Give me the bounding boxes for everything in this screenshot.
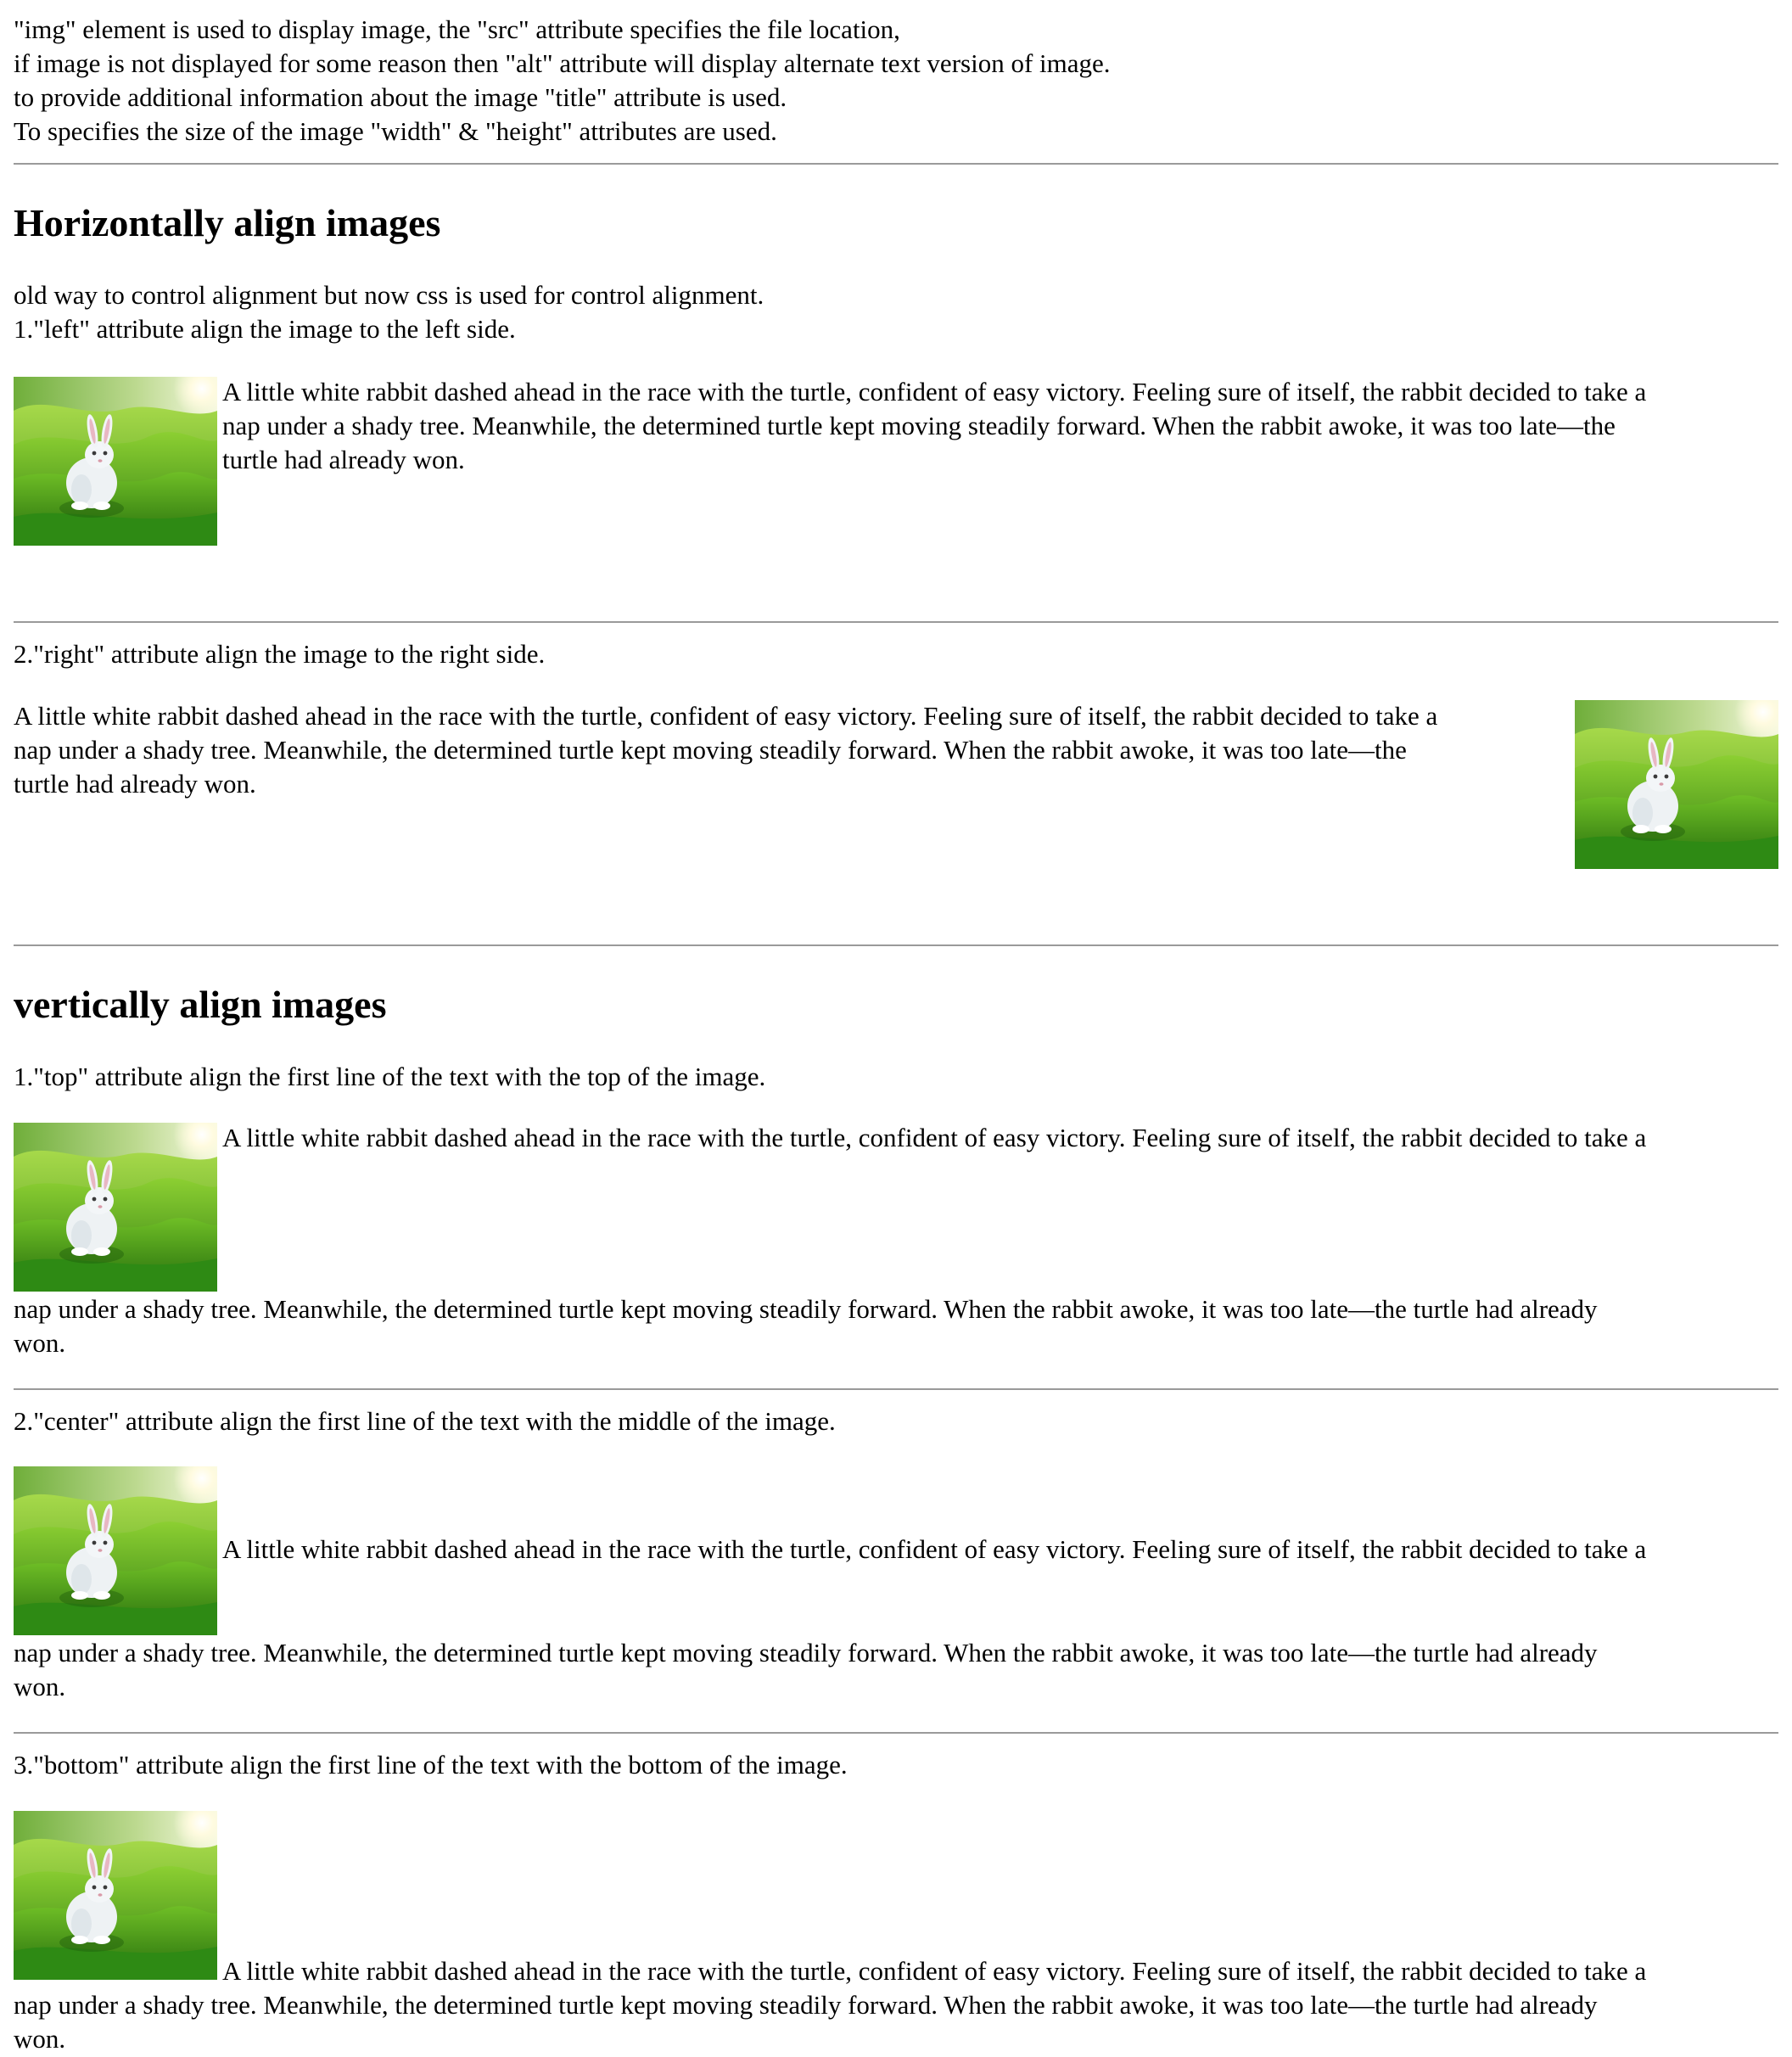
story-line: nap under a shady tree. Meanwhile, the d… bbox=[14, 1990, 1598, 2020]
story-line: nap under a shady tree. Meanwhile, the d… bbox=[14, 735, 1407, 765]
center-caption: 2."center" attribute align the first lin… bbox=[14, 1406, 836, 1436]
divider bbox=[14, 944, 1778, 946]
rabbit-image-right bbox=[1575, 700, 1778, 869]
heading-vertical: vertically align images bbox=[14, 983, 387, 1026]
intro-line: To specifies the size of the image "widt… bbox=[14, 116, 777, 146]
story-paragraph-right: A little white rabbit dashed ahead in th… bbox=[14, 699, 1437, 801]
story-rest-center: nap under a shady tree. Meanwhile, the d… bbox=[14, 1636, 1598, 1704]
horizontal-description: old way to control alignment but now css… bbox=[14, 280, 764, 310]
story-line: turtle had already won. bbox=[14, 769, 256, 799]
rabbit-image-center bbox=[14, 1466, 217, 1635]
divider bbox=[14, 621, 1778, 623]
intro-text: "img" element is used to display image, … bbox=[14, 13, 1111, 149]
story-line: nap under a shady tree. Meanwhile, the d… bbox=[14, 1638, 1598, 1667]
divider bbox=[14, 1732, 1778, 1734]
intro-line: if image is not displayed for some reaso… bbox=[14, 48, 1111, 78]
story-first-line-bottom: A little white rabbit dashed ahead in th… bbox=[222, 1956, 1647, 1986]
story-line: A little white rabbit dashed ahead in th… bbox=[14, 701, 1438, 731]
rabbit-image-bottom bbox=[14, 1811, 217, 1980]
story-line: A little white rabbit dashed ahead in th… bbox=[222, 377, 1647, 406]
story-line: won. bbox=[14, 1672, 66, 1701]
heading-horizontal: Horizontally align images bbox=[14, 201, 441, 244]
story-line: won. bbox=[14, 2024, 66, 2054]
intro-line: "img" element is used to display image, … bbox=[14, 14, 900, 44]
story-line: nap under a shady tree. Meanwhile, the d… bbox=[222, 411, 1616, 440]
right-caption: 2."right" attribute align the image to t… bbox=[14, 639, 546, 669]
story-line: turtle had already won. bbox=[222, 445, 465, 474]
story-paragraph-left: A little white rabbit dashed ahead in th… bbox=[222, 375, 1646, 477]
story-rest-bottom: nap under a shady tree. Meanwhile, the d… bbox=[14, 1988, 1598, 2056]
rabbit-image-top bbox=[14, 1123, 217, 1292]
story-line: won. bbox=[14, 1328, 66, 1358]
divider bbox=[14, 163, 1778, 165]
story-first-line-center: A little white rabbit dashed ahead in th… bbox=[222, 1534, 1647, 1564]
bottom-caption: 3."bottom" attribute align the first lin… bbox=[14, 1750, 848, 1780]
story-rest-top: nap under a shady tree. Meanwhile, the d… bbox=[14, 1292, 1598, 1360]
story-line: nap under a shady tree. Meanwhile, the d… bbox=[14, 1294, 1598, 1324]
divider bbox=[14, 1388, 1778, 1390]
left-caption: 1."left" attribute align the image to th… bbox=[14, 314, 516, 344]
top-caption: 1."top" attribute align the first line o… bbox=[14, 1062, 766, 1091]
rabbit-image-left bbox=[14, 377, 217, 546]
page: "img" element is used to display image, … bbox=[0, 0, 1792, 2057]
intro-line: to provide additional information about … bbox=[14, 82, 787, 112]
story-first-line-top: A little white rabbit dashed ahead in th… bbox=[222, 1123, 1647, 1152]
